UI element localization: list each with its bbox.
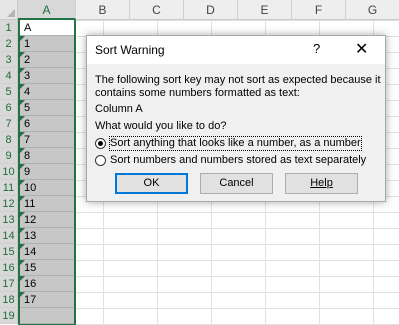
option-sort-separately[interactable]: Sort numbers and numbers stored as text …: [95, 153, 381, 167]
row-header[interactable]: 14: [0, 228, 18, 244]
error-indicator-icon[interactable]: [20, 148, 25, 153]
error-indicator-icon[interactable]: [20, 116, 25, 121]
cell-a[interactable]: 9: [20, 164, 74, 180]
error-indicator-icon[interactable]: [20, 84, 25, 89]
row-header[interactable]: 3: [0, 52, 18, 68]
cell-value: A: [24, 22, 32, 34]
dialog-content: The following sort key may not sort as e…: [95, 74, 381, 167]
cell-a[interactable]: 17: [20, 292, 74, 308]
error-indicator-icon[interactable]: [20, 244, 25, 249]
cell-a[interactable]: 10: [20, 180, 74, 196]
error-indicator-icon[interactable]: [20, 276, 25, 281]
column-a-cells[interactable]: A 1 2 3 4 5 6 7 8 9 10 11 12 13 14 15 16 17: [18, 20, 76, 325]
radio-button[interactable]: [95, 154, 106, 166]
row-header[interactable]: 15: [0, 244, 18, 260]
cell-a[interactable]: 11: [20, 196, 74, 212]
cell-a[interactable]: 1: [20, 36, 74, 52]
row-header[interactable]: 1: [0, 20, 18, 36]
row-header[interactable]: 9: [0, 148, 18, 164]
error-indicator-icon[interactable]: [20, 36, 25, 41]
question-prompt: What would you like to do?: [95, 120, 227, 132]
cell-a[interactable]: 4: [20, 84, 74, 100]
cell-a[interactable]: 14: [20, 244, 74, 260]
error-indicator-icon[interactable]: [20, 68, 25, 73]
cell-a[interactable]: 8: [20, 148, 74, 164]
select-all-corner[interactable]: [0, 0, 18, 20]
row-header[interactable]: 11: [0, 180, 18, 196]
error-indicator-icon[interactable]: [20, 292, 25, 297]
warning-message: The following sort key may not sort as e…: [95, 74, 381, 99]
option-label[interactable]: Sort anything that looks like a number, …: [109, 135, 362, 151]
column-header-d[interactable]: D: [184, 0, 238, 20]
cancel-button[interactable]: Cancel: [200, 173, 273, 194]
cell-value: 14: [24, 246, 37, 258]
cell-a[interactable]: 12: [20, 212, 74, 228]
row-header[interactable]: 13: [0, 212, 18, 228]
cell-value: 15: [24, 262, 37, 274]
sort-key-column: Column A: [95, 103, 143, 115]
row-header[interactable]: 17: [0, 276, 18, 292]
column-header-b[interactable]: B: [76, 0, 130, 20]
help-button-label: Help: [310, 177, 333, 189]
error-indicator-icon[interactable]: [20, 260, 25, 265]
cell-a[interactable]: 16: [20, 276, 74, 292]
row-header[interactable]: 4: [0, 68, 18, 84]
row-headers: 1 2 3 4 5 6 7 8 9 10 11 12 13 14 15 16 17 18 19: [0, 20, 18, 324]
row-header[interactable]: 6: [0, 100, 18, 116]
row-header[interactable]: 10: [0, 164, 18, 180]
cell-a[interactable]: 6: [20, 116, 74, 132]
help-button[interactable]: Help: [285, 173, 358, 194]
row-header[interactable]: 7: [0, 116, 18, 132]
row-header[interactable]: 16: [0, 260, 18, 276]
cell-a[interactable]: [20, 308, 74, 324]
error-indicator-icon[interactable]: [20, 52, 25, 57]
dialog-buttons: OK Cancel Help: [115, 173, 375, 195]
option-sort-as-number[interactable]: Sort anything that looks like a number, …: [95, 135, 381, 151]
cell-a[interactable]: 2: [20, 52, 74, 68]
row-header[interactable]: 12: [0, 196, 18, 212]
sort-warning-dialog: Sort Warning ? ✕ The following sort key …: [86, 35, 386, 202]
column-header-e[interactable]: E: [238, 0, 292, 20]
error-indicator-icon[interactable]: [20, 164, 25, 169]
cell-value: 10: [24, 182, 37, 194]
close-icon[interactable]: ✕: [355, 39, 368, 59]
cell-value: 17: [24, 294, 37, 306]
error-indicator-icon[interactable]: [20, 132, 25, 137]
dialog-titlebar: Sort Warning ? ✕: [87, 36, 385, 64]
cell-value: 11: [24, 198, 36, 210]
option-label[interactable]: Sort numbers and numbers stored as text …: [110, 154, 366, 167]
row-header[interactable]: 8: [0, 132, 18, 148]
help-icon[interactable]: ?: [313, 41, 320, 56]
row-header[interactable]: 2: [0, 36, 18, 52]
cell-a[interactable]: A: [20, 20, 74, 36]
row-header[interactable]: 5: [0, 84, 18, 100]
column-header-c[interactable]: C: [130, 0, 184, 20]
radio-button-selected[interactable]: [95, 137, 106, 149]
cell-a[interactable]: 7: [20, 132, 74, 148]
ok-button[interactable]: OK: [115, 173, 188, 194]
error-indicator-icon[interactable]: [20, 196, 25, 201]
error-indicator-icon[interactable]: [20, 228, 25, 233]
cell-a[interactable]: 13: [20, 228, 74, 244]
cell-value: 12: [24, 214, 37, 226]
select-all-triangle-icon: [7, 9, 15, 17]
row-header[interactable]: 19: [0, 308, 18, 324]
column-header-f[interactable]: F: [292, 0, 346, 20]
dialog-title: Sort Warning: [95, 43, 165, 57]
cell-value: 13: [24, 230, 37, 242]
error-indicator-icon[interactable]: [20, 180, 25, 185]
column-header-g[interactable]: G: [346, 0, 399, 20]
error-indicator-icon[interactable]: [20, 212, 25, 217]
error-indicator-icon[interactable]: [20, 100, 25, 105]
row-header[interactable]: 18: [0, 292, 18, 308]
cell-a[interactable]: 5: [20, 100, 74, 116]
cell-a[interactable]: 15: [20, 260, 74, 276]
column-headers: A B C D E F G: [18, 0, 399, 20]
cell-value: 16: [24, 278, 37, 290]
cell-a[interactable]: 3: [20, 68, 74, 84]
column-header-a[interactable]: A: [18, 0, 76, 20]
